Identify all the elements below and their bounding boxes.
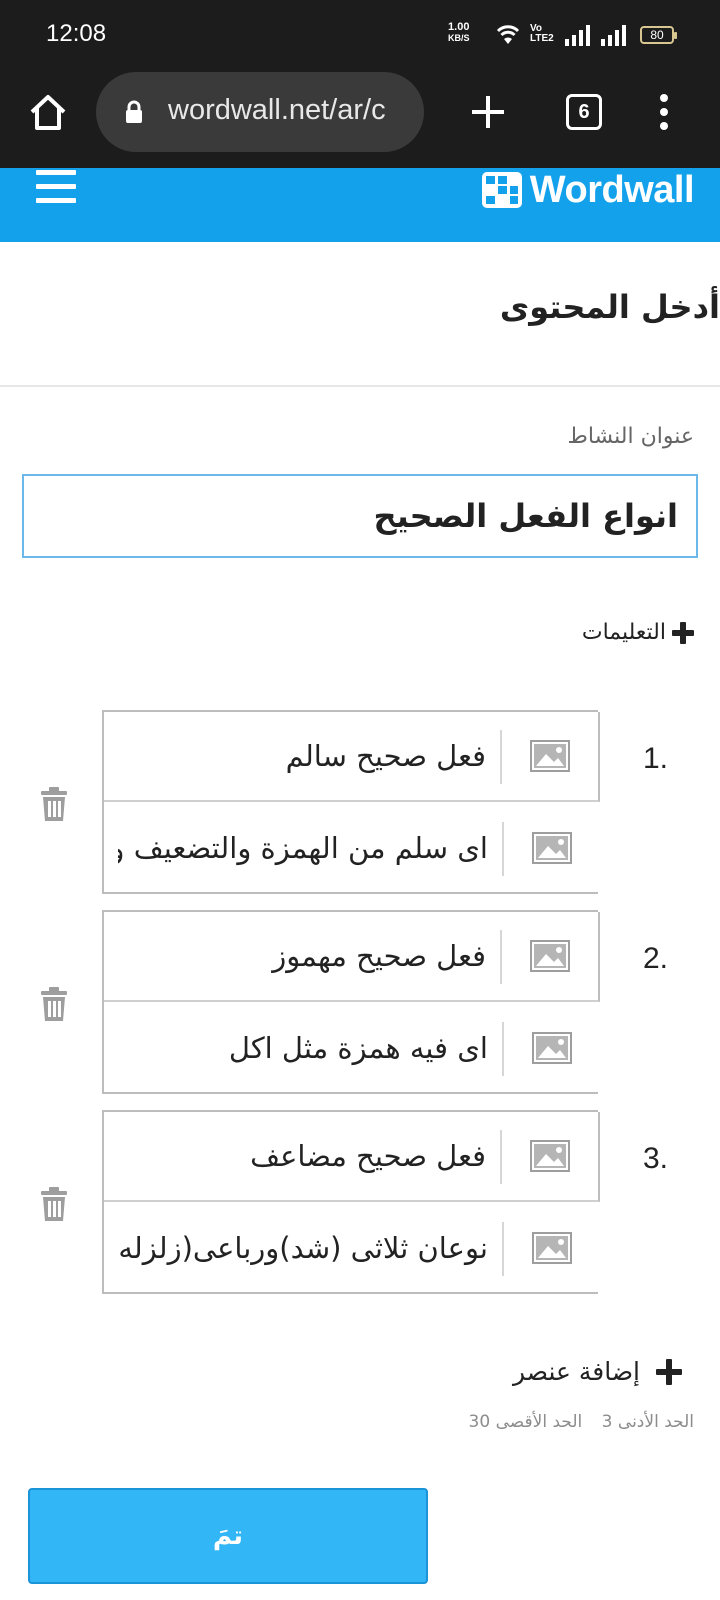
battery-icon: 80 bbox=[640, 26, 677, 44]
network-speed-unit: KB/S bbox=[448, 33, 470, 43]
list-item: 1. فعل صحيح سالم اى سلم من الهمزة والتضع… bbox=[0, 710, 720, 894]
keyword-input[interactable]: فعل صحيح مهموز bbox=[116, 912, 486, 1000]
item-limits: الحد الأدنى 3 الحد الأقصى 30 bbox=[455, 1412, 694, 1432]
row-separator bbox=[500, 930, 502, 984]
definition-input[interactable]: اى فيه همزة مثل اكل bbox=[118, 1004, 488, 1092]
keyword-row: فعل صحيح مهموز bbox=[104, 912, 600, 1002]
volte-indicator: Vo LTE2 bbox=[530, 24, 554, 44]
item-card: فعل صحيح سالم اى سلم من الهمزة والتضعيف … bbox=[102, 710, 600, 894]
image-icon[interactable] bbox=[502, 712, 598, 800]
plus-icon[interactable] bbox=[466, 90, 510, 134]
row-separator bbox=[502, 1222, 504, 1276]
image-icon[interactable] bbox=[502, 912, 598, 1000]
item-number: 3. bbox=[642, 1142, 668, 1175]
wordwall-logo[interactable]: Wordwall bbox=[481, 168, 695, 211]
list-item: 3. فعل صحيح مضاعف نوعان ثلاثى (شد)ورباعى… bbox=[0, 1110, 720, 1294]
home-icon[interactable] bbox=[26, 90, 70, 134]
row-separator bbox=[502, 822, 504, 876]
wifi-icon bbox=[496, 25, 520, 44]
tabs-icon[interactable]: 6 bbox=[566, 94, 602, 130]
more-vert-icon[interactable] bbox=[652, 90, 676, 134]
volte-bottom: LTE2 bbox=[530, 33, 554, 44]
trash-icon[interactable] bbox=[38, 1186, 70, 1222]
image-icon[interactable] bbox=[502, 1112, 598, 1200]
signal-icon-2 bbox=[601, 25, 626, 46]
status-time: 12:08 bbox=[46, 20, 107, 47]
keyword-row: فعل صحيح مضاعف bbox=[104, 1112, 600, 1202]
image-icon[interactable] bbox=[504, 1004, 600, 1092]
row-separator bbox=[502, 1022, 504, 1076]
add-item-button[interactable]: إضافة عنصر bbox=[513, 1357, 682, 1386]
image-icon[interactable] bbox=[504, 1204, 600, 1292]
row-separator bbox=[500, 730, 502, 784]
network-speed-value: 1.00 bbox=[448, 21, 470, 33]
definition-row: نوعان ثلاثى (شد)ورباعى(زلزله bbox=[104, 1204, 600, 1294]
browser-toolbar: wordwall.net/ar/c 6 bbox=[0, 68, 720, 168]
add-item-label: إضافة عنصر bbox=[512, 1357, 640, 1386]
divider bbox=[0, 385, 720, 387]
keyword-row: فعل صحيح سالم bbox=[104, 712, 600, 802]
activity-title-input[interactable] bbox=[22, 474, 698, 558]
min-items-label: الحد الأدنى 3 bbox=[601, 1412, 694, 1432]
item-card: فعل صحيح مضاعف نوعان ثلاثى (شد)ورباعى(زل… bbox=[102, 1110, 600, 1294]
lock-icon bbox=[126, 100, 142, 123]
list-item: 2. فعل صحيح مهموز اى فيه همزة مثل اكل bbox=[0, 910, 720, 1094]
keyword-input[interactable]: فعل صحيح مضاعف bbox=[116, 1112, 486, 1200]
logo-mark-icon bbox=[481, 172, 522, 208]
url-text: wordwall.net/ar/c bbox=[168, 94, 386, 126]
item-card: فعل صحيح مهموز اى فيه همزة مثل اكل bbox=[102, 910, 600, 1094]
instructions-label: التعليمات bbox=[581, 620, 666, 645]
activity-title-label: عنوان النشاط bbox=[567, 424, 694, 449]
trash-icon[interactable] bbox=[38, 986, 70, 1022]
max-items-label: الحد الأقصى 30 bbox=[468, 1412, 583, 1432]
trash-icon[interactable] bbox=[38, 786, 70, 822]
logo-text: Wordwall bbox=[529, 168, 695, 211]
item-number: 1. bbox=[642, 742, 668, 775]
app-header: Wordwall bbox=[0, 168, 720, 242]
status-bar: 12:08 1.00 KB/S Vo LTE2 80 bbox=[0, 0, 720, 68]
definition-input[interactable]: اى سلم من الهمزة والتضعيف و bbox=[118, 804, 488, 892]
page-title: أدخل المحتوى bbox=[499, 288, 720, 326]
image-icon[interactable] bbox=[504, 804, 600, 892]
network-speed: 1.00 KB/S bbox=[448, 22, 470, 44]
definition-row: اى سلم من الهمزة والتضعيف و bbox=[104, 804, 600, 894]
item-number: 2. bbox=[642, 942, 668, 975]
keyword-input[interactable]: فعل صحيح سالم bbox=[116, 712, 486, 800]
hamburger-menu-icon[interactable] bbox=[36, 170, 78, 206]
definition-row: اى فيه همزة مثل اكل bbox=[104, 1004, 600, 1094]
done-button[interactable]: تمَ bbox=[28, 1488, 428, 1584]
signal-icon bbox=[565, 25, 590, 46]
plus-icon bbox=[672, 621, 694, 644]
plus-icon bbox=[656, 1358, 682, 1385]
address-bar[interactable]: wordwall.net/ar/c bbox=[96, 72, 424, 152]
row-separator bbox=[500, 1130, 502, 1184]
instructions-toggle[interactable]: التعليمات bbox=[582, 620, 694, 645]
definition-input[interactable]: نوعان ثلاثى (شد)ورباعى(زلزله bbox=[118, 1204, 488, 1292]
